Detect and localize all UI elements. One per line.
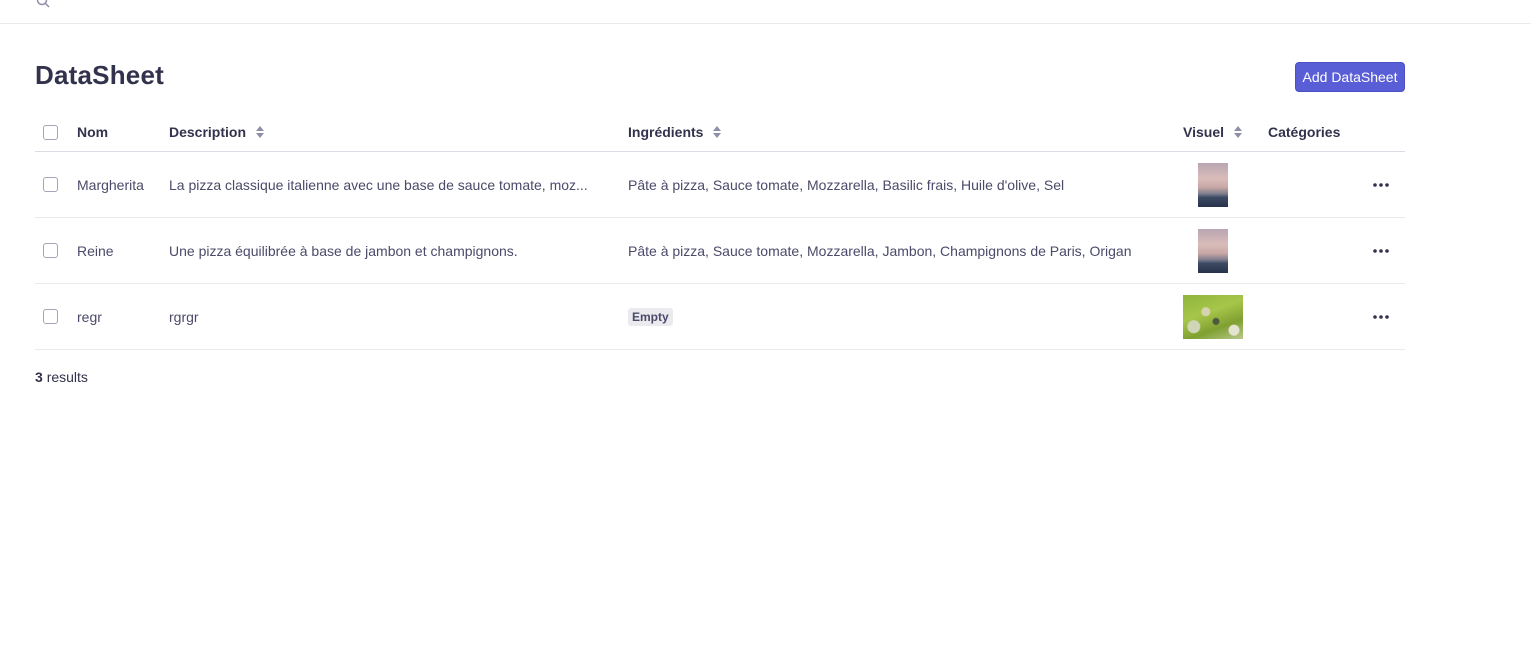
sort-icon[interactable] — [1233, 125, 1243, 139]
select-all-checkbox[interactable] — [43, 124, 58, 140]
column-header-ingredients[interactable]: Ingrédients — [628, 113, 722, 151]
cell-description: rgrgr — [169, 308, 199, 325]
sort-icon[interactable] — [712, 125, 722, 139]
empty-badge: Empty — [628, 307, 673, 326]
row-checkbox[interactable] — [43, 243, 58, 258]
column-header-description[interactable]: Description — [169, 113, 265, 151]
cell-description: La pizza classique italienne avec une ba… — [169, 176, 588, 193]
column-header-categories: Catégories — [1268, 124, 1341, 140]
more-actions-icon[interactable] — [1372, 314, 1390, 320]
table-row[interactable]: Reine Une pizza équilibrée à base de jam… — [35, 218, 1405, 284]
visuel-thumbnail[interactable] — [1198, 162, 1228, 207]
page-title: DataSheet — [35, 60, 164, 90]
cell-nom: Reine — [77, 242, 114, 259]
cell-nom: Margherita — [77, 176, 144, 193]
datasheet-table: Nom Description Ingrédients Visuel Catég… — [35, 113, 1405, 350]
cell-description: Une pizza équilibrée à base de jambon et… — [169, 242, 518, 259]
more-actions-icon[interactable] — [1372, 182, 1390, 188]
top-bar — [0, 0, 1531, 24]
results-count: 3 results — [35, 369, 88, 385]
cell-ingredients: Pâte à pizza, Sauce tomate, Mozzarella, … — [628, 176, 1065, 193]
visuel-thumbnail[interactable] — [1198, 228, 1228, 273]
cell-ingredients: Pâte à pizza, Sauce tomate, Mozzarella, … — [628, 242, 1132, 259]
add-datasheet-button[interactable]: Add DataSheet — [1295, 62, 1405, 92]
cell-nom: regr — [77, 308, 102, 325]
table-row[interactable]: Margherita La pizza classique italienne … — [35, 152, 1405, 218]
table-row[interactable]: regr rgrgr Empty — [35, 284, 1405, 350]
search-icon[interactable] — [36, 0, 50, 8]
row-checkbox[interactable] — [43, 309, 58, 324]
visuel-thumbnail[interactable] — [1183, 294, 1243, 339]
column-header-nom[interactable]: Nom — [77, 113, 108, 151]
more-actions-icon[interactable] — [1372, 248, 1390, 254]
column-header-visuel[interactable]: Visuel — [1183, 113, 1243, 151]
table-header-row: Nom Description Ingrédients Visuel Catég… — [35, 113, 1405, 152]
row-checkbox[interactable] — [43, 177, 58, 192]
sort-icon[interactable] — [255, 125, 265, 139]
